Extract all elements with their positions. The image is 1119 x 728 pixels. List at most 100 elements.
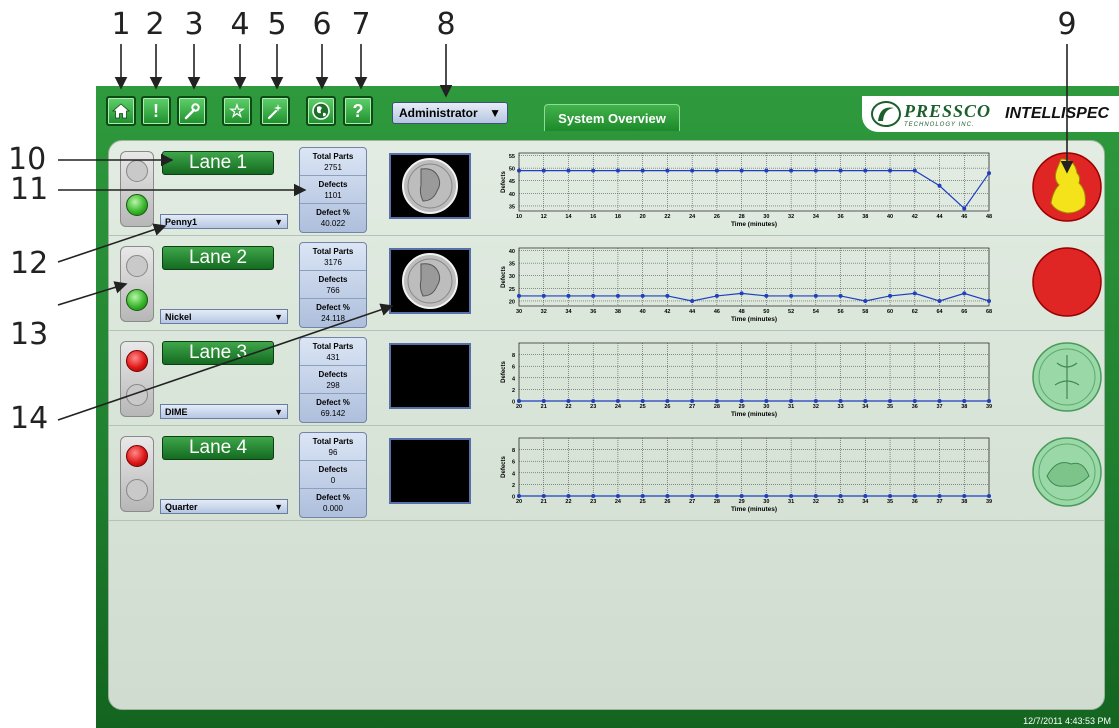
lane-stats: Total Parts 96 Defects 0 Defect % 0.000 (299, 432, 367, 518)
data-point (987, 171, 991, 176)
x-tick-label: 35 (887, 404, 893, 410)
x-tick-label: 56 (838, 309, 844, 315)
y-tick-label: 20 (509, 299, 515, 305)
lane-button[interactable]: Lane 3 (162, 341, 274, 365)
x-tick-label: 12 (541, 214, 547, 220)
data-point (937, 298, 942, 303)
tools-button[interactable] (177, 96, 207, 126)
defects-cell: Defects 298 (300, 366, 366, 394)
product-select[interactable]: DIME ▼ (160, 404, 288, 419)
defect-pct-cell: Defect % 24.118 (300, 299, 366, 327)
data-point (517, 399, 521, 403)
x-tick-label: 66 (961, 309, 967, 315)
callout-10: 10 (8, 142, 47, 177)
status-datetime: 12/7/2011 4:43:53 PM (1023, 716, 1111, 726)
y-axis-label: Defects (501, 456, 507, 478)
data-point (615, 399, 620, 403)
system-overview-panel: Lane 1 Penny1 ▼ Total Parts 2751 Defects… (108, 140, 1105, 710)
y-tick-label: 35 (509, 204, 515, 210)
data-point (987, 494, 991, 498)
brand-header: PRESSCO TECHNOLOGY INC. INTELLISPEC (862, 96, 1119, 132)
network-button[interactable] (306, 96, 336, 126)
x-tick-label: 29 (739, 499, 745, 505)
alerts-button[interactable]: ! (141, 96, 171, 126)
x-tick-label: 39 (986, 499, 992, 505)
inspection-image[interactable] (389, 248, 471, 314)
x-axis-label: Time (minutes) (731, 411, 777, 418)
coin-body (1032, 247, 1102, 317)
x-tick-label: 18 (615, 214, 621, 220)
magic-wand-icon (267, 104, 282, 120)
defect-map[interactable] (1031, 341, 1103, 413)
x-tick-label: 22 (565, 404, 571, 410)
data-point (665, 494, 670, 498)
x-tick-label: 48 (986, 214, 992, 220)
wizard-button[interactable] (260, 96, 290, 126)
y-axis-label: Defects (501, 361, 507, 383)
callout-5: 5 (267, 7, 287, 42)
home-button[interactable] (106, 96, 136, 126)
data-point (962, 399, 967, 403)
tab-system-overview[interactable]: System Overview (544, 104, 680, 131)
x-tick-label: 36 (838, 214, 844, 220)
data-point (517, 494, 521, 498)
total-parts-label: Total Parts (312, 247, 354, 256)
product-select[interactable]: Penny1 ▼ (160, 214, 288, 229)
data-point (789, 399, 794, 403)
pressco-logo-icon (871, 101, 901, 127)
x-tick-label: 31 (788, 404, 794, 410)
x-tick-label: 64 (936, 309, 943, 315)
product-select[interactable]: Quarter ▼ (160, 499, 288, 514)
data-point (714, 494, 719, 498)
inspection-image[interactable] (389, 438, 471, 504)
y-tick-label: 2 (512, 388, 515, 394)
defect-pct-value: 40.022 (320, 219, 346, 228)
lane-button[interactable]: Lane 4 (162, 436, 274, 460)
defect-map[interactable] (1031, 436, 1103, 508)
defects-chart: 0246820 21 22 23 24 25 26 27 28 29 30 31 32 33 34 35 36 3… (501, 437, 992, 513)
callout-9: 9 (1057, 7, 1077, 42)
x-tick-label: 58 (862, 309, 868, 315)
x-tick-label: 21 (541, 404, 547, 410)
callout-7: 7 (351, 7, 371, 42)
brand-text: PRESSCO TECHNOLOGY INC. (904, 101, 991, 128)
y-tick-label: 35 (509, 262, 515, 268)
chevron-down-icon: ▼ (489, 106, 501, 120)
data-point (665, 399, 670, 403)
data-point (615, 168, 620, 173)
favorites-button[interactable]: ☆ (222, 96, 252, 126)
help-button[interactable]: ? (343, 96, 373, 126)
wrench-icon (184, 103, 200, 120)
defect-pct-label: Defect % (316, 303, 350, 312)
lane-button[interactable]: Lane 2 (162, 246, 274, 270)
x-tick-label: 29 (739, 404, 745, 410)
x-tick-label: 26 (714, 214, 720, 220)
x-tick-label: 33 (838, 404, 844, 410)
defects-chart: 20 25 30 35 40 30 32 34 36 38 40 42 44 46 48 50 52 54 56 58… (501, 247, 992, 323)
data-point (541, 494, 546, 498)
inspection-image[interactable] (389, 153, 471, 219)
data-point (640, 399, 645, 403)
x-tick-label: 38 (615, 309, 621, 315)
data-point (962, 291, 967, 296)
total-parts-value: 96 (328, 448, 338, 457)
defect-map[interactable] (1031, 246, 1103, 318)
plot-frame (518, 437, 990, 497)
x-tick-label: 44 (689, 309, 696, 315)
data-point (962, 494, 967, 498)
data-point (937, 399, 942, 403)
x-tick-label: 25 (640, 404, 646, 410)
data-point (863, 168, 868, 173)
defect-map[interactable] (1031, 151, 1103, 223)
lane-button[interactable]: Lane 1 (162, 151, 274, 175)
data-point (912, 399, 917, 403)
x-tick-label: 46 (961, 214, 967, 220)
callout-11: 11 (10, 172, 49, 207)
x-tick-label: 30 (763, 499, 769, 505)
data-point (813, 399, 818, 403)
user-role-select[interactable]: Administrator ▼ (392, 102, 508, 124)
data-point (566, 168, 571, 173)
product-select[interactable]: Nickel ▼ (160, 309, 288, 324)
total-parts-value: 3176 (324, 258, 342, 267)
inspection-image[interactable] (389, 343, 471, 409)
